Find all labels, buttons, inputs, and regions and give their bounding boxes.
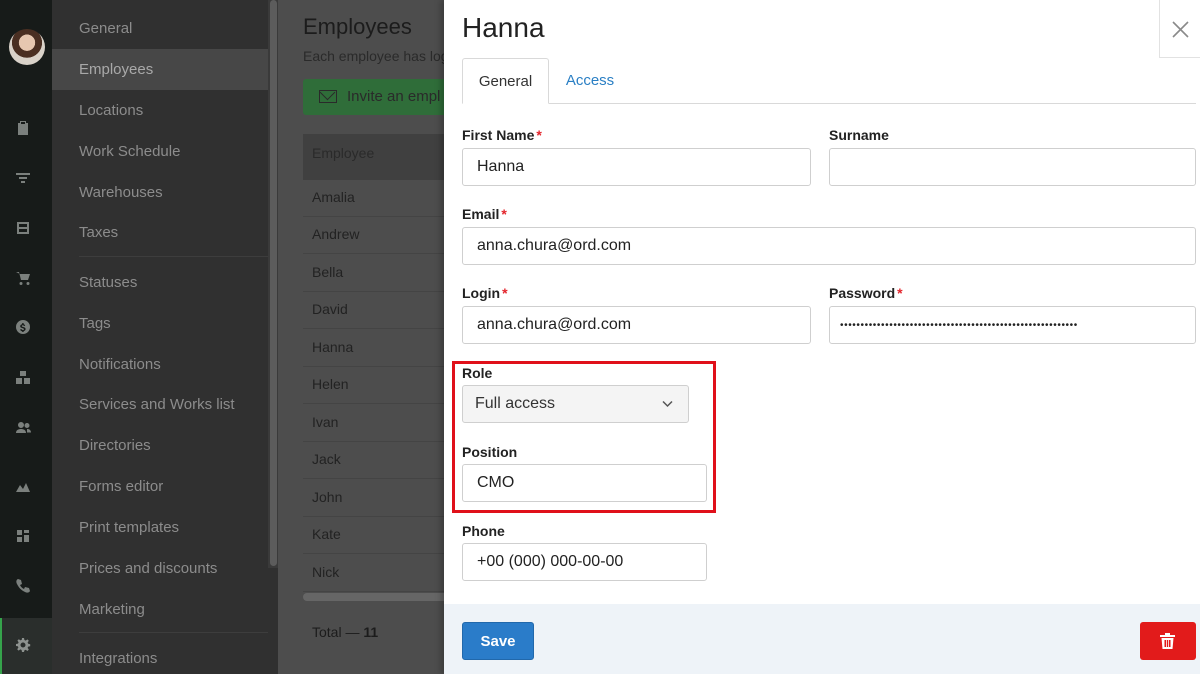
invite-employee-button[interactable]: Invite an empl (303, 79, 448, 115)
dollar-icon[interactable] (14, 318, 32, 336)
nav-item-marketing[interactable]: Marketing (52, 589, 268, 630)
employee-drawer: Hanna General Access First Name* Surname… (444, 0, 1200, 674)
users-icon[interactable] (14, 418, 32, 436)
settings-nav: General Employees Locations Work Schedul… (52, 0, 278, 674)
nav-item-warehouses[interactable]: Warehouses (52, 172, 268, 213)
table-row[interactable]: Hanna (303, 329, 448, 367)
nav-item-statuses[interactable]: Statuses (52, 262, 268, 303)
password-field[interactable] (829, 306, 1196, 344)
table-row[interactable]: Jack (303, 441, 448, 479)
position-label: Position (462, 444, 518, 460)
table-row[interactable]: David (303, 291, 448, 329)
total-label: Total — (312, 624, 360, 640)
nav-item-taxes[interactable]: Taxes (52, 212, 268, 253)
drawer-title: Hanna (462, 12, 545, 43)
gear-icon[interactable] (14, 636, 32, 654)
close-icon (1172, 21, 1189, 38)
page-title: Employees (303, 14, 412, 39)
table-row[interactable]: Ivan (303, 404, 448, 442)
phone-field[interactable] (462, 543, 707, 581)
nav-item-forms-editor[interactable]: Forms editor (52, 466, 268, 507)
nav-item-services-works[interactable]: Services and Works list (52, 384, 268, 425)
nav-item-tags[interactable]: Tags (52, 303, 268, 344)
nav-item-notifications[interactable]: Notifications (52, 344, 268, 385)
nav-item-general[interactable]: General (52, 8, 268, 49)
role-select[interactable]: Full access (462, 385, 689, 423)
email-label: Email * (462, 206, 507, 222)
page-subtitle: Each employee has log (303, 48, 448, 64)
password-label: Password * (829, 285, 903, 301)
tab-general[interactable]: General (462, 58, 549, 104)
surname-label: Surname (829, 127, 889, 143)
nav-item-locations[interactable]: Locations (52, 90, 268, 131)
invite-employee-label: Invite an empl (347, 88, 441, 105)
nav-item-work-schedule[interactable]: Work Schedule (52, 131, 268, 172)
chart-icon[interactable] (14, 477, 32, 495)
required-asterisk: * (897, 285, 903, 301)
first-name-label: First Name * (462, 127, 542, 143)
tab-access[interactable]: Access (559, 58, 621, 104)
boxes-icon[interactable] (14, 368, 32, 386)
inbox-icon[interactable] (14, 219, 32, 237)
nav-item-employees[interactable]: Employees (52, 49, 268, 90)
phone-label: Phone (462, 523, 505, 539)
required-asterisk: * (536, 127, 542, 143)
save-button[interactable]: Save (462, 622, 534, 660)
nav-item-prices-discounts[interactable]: Prices and discounts (52, 548, 268, 589)
total-value: 11 (363, 624, 379, 640)
table-header-employee[interactable]: Employee (303, 134, 448, 180)
table-row[interactable]: Andrew (303, 216, 448, 254)
table-horizontal-scrollbar[interactable] (303, 593, 448, 601)
dashboard-icon[interactable] (14, 527, 32, 545)
position-field[interactable] (462, 464, 707, 502)
total-count: Total — 11 (312, 624, 378, 640)
surname-field[interactable] (829, 148, 1196, 186)
required-asterisk: * (501, 206, 507, 222)
nav-scrollbar-thumb[interactable] (270, 0, 277, 566)
clipboard-icon[interactable] (14, 119, 32, 137)
trash-icon (1160, 633, 1175, 649)
table-row[interactable]: Amalia (303, 179, 448, 217)
rail-settings-active[interactable] (0, 618, 52, 674)
table-row[interactable]: Bella (303, 254, 448, 292)
delete-button[interactable] (1140, 622, 1196, 660)
phone-icon[interactable] (14, 577, 32, 595)
nav-item-print-templates[interactable]: Print templates (52, 507, 268, 548)
close-button[interactable] (1159, 0, 1200, 58)
employees-page: Employees Each employee has log Invite a… (278, 0, 448, 674)
nav-item-directories[interactable]: Directories (52, 425, 268, 466)
icon-rail (0, 0, 52, 674)
role-label: Role (462, 365, 493, 381)
login-field[interactable] (462, 306, 811, 344)
envelope-icon (319, 90, 337, 103)
nav-divider (79, 256, 268, 257)
drawer-footer: Save (444, 604, 1200, 674)
required-asterisk: * (502, 285, 508, 301)
table-row[interactable]: Kate (303, 516, 448, 554)
table-row[interactable]: Nick (303, 554, 448, 592)
role-select-value: Full access (475, 395, 556, 412)
login-label: Login * (462, 285, 508, 301)
table-row[interactable]: John (303, 479, 448, 517)
avatar[interactable] (9, 29, 45, 65)
table-row[interactable]: Helen (303, 366, 448, 404)
filter-icon[interactable] (14, 169, 32, 187)
nav-item-integrations[interactable]: Integrations (52, 638, 268, 674)
first-name-field[interactable] (462, 148, 811, 186)
nav-divider (79, 632, 268, 633)
chevron-down-icon (662, 400, 673, 408)
cart-icon[interactable] (14, 269, 32, 287)
email-field[interactable] (462, 227, 1196, 265)
